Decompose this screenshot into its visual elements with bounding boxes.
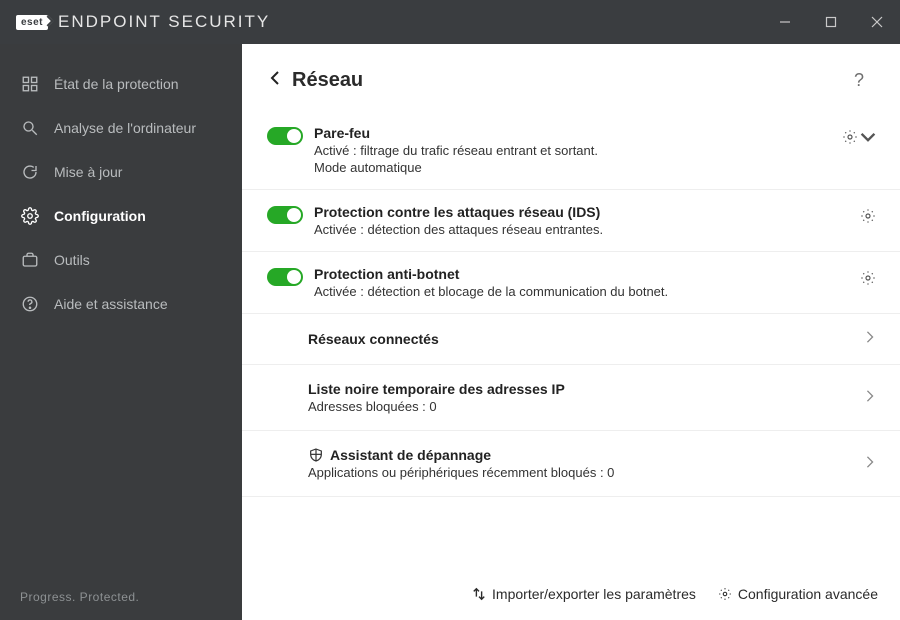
ids-toggle[interactable] xyxy=(267,206,303,224)
magnifier-icon xyxy=(20,118,40,138)
module-settings-button[interactable] xyxy=(826,266,876,286)
sidebar-nav: État de la protection Analyse de l'ordin… xyxy=(0,44,242,326)
app-window: { "brand": { "logo_text": "eset", "produ… xyxy=(0,0,900,620)
sidebar-item-help[interactable]: Aide et assistance xyxy=(0,282,242,326)
chevron-right-icon xyxy=(864,330,876,348)
module-settings-button[interactable] xyxy=(826,125,876,145)
module-row-ids: Protection contre les attaques réseau (I… xyxy=(242,190,900,252)
link-body: Réseaux connectés xyxy=(308,331,864,347)
advanced-setup-link[interactable]: Configuration avancée xyxy=(718,586,878,602)
page-header: Réseau ? xyxy=(242,44,900,105)
status-text: filtrage du trafic réseau entrant et sor… xyxy=(360,143,598,158)
link-title: Assistant de dépannage xyxy=(308,447,864,463)
import-export-icon xyxy=(472,587,486,601)
sidebar-item-label: État de la protection xyxy=(54,76,179,92)
help-circle-icon xyxy=(20,294,40,314)
maximize-button[interactable] xyxy=(808,0,854,44)
app-body: État de la protection Analyse de l'ordin… xyxy=(0,44,900,620)
title-bar: eset ENDPOINT SECURITY xyxy=(0,0,900,44)
module-status: Activée : détection et blocage de la com… xyxy=(314,284,826,299)
link-subtitle: Applications ou périphériques récemment … xyxy=(308,465,864,480)
sidebar-footer-tagline: Progress. Protected. xyxy=(0,574,242,620)
antibotnet-toggle[interactable] xyxy=(267,268,303,286)
status-prefix: Activé : xyxy=(314,143,357,158)
sidebar-item-label: Outils xyxy=(54,252,90,268)
status-text: détection des attaques réseau entrantes. xyxy=(367,222,603,237)
import-export-link[interactable]: Importer/exporter les paramètres xyxy=(472,586,696,602)
toggle-container xyxy=(262,125,308,145)
product-name: ENDPOINT SECURITY xyxy=(58,12,270,32)
advanced-setup-label: Configuration avancée xyxy=(738,586,878,602)
link-title-text: Assistant de dépannage xyxy=(330,447,491,463)
help-button[interactable]: ? xyxy=(846,66,872,95)
back-button[interactable] xyxy=(264,71,286,90)
module-status: Activé : filtrage du trafic réseau entra… xyxy=(314,143,826,158)
main-panel: Réseau ? Pare-feu Activé : filtrage du t… xyxy=(242,44,900,620)
gear-icon xyxy=(860,208,876,224)
link-title: Liste noire temporaire des adresses IP xyxy=(308,381,864,397)
toggle-container xyxy=(262,266,308,286)
brand: eset ENDPOINT SECURITY xyxy=(16,12,270,32)
sidebar-item-label: Mise à jour xyxy=(54,164,122,180)
briefcase-icon xyxy=(20,250,40,270)
toggle-container xyxy=(262,204,308,224)
module-status: Activée : détection des attaques réseau … xyxy=(314,222,826,237)
sidebar-item-protection-status[interactable]: État de la protection xyxy=(0,62,242,106)
shield-icon xyxy=(308,447,324,463)
gear-icon xyxy=(20,206,40,226)
module-row-firewall: Pare-feu Activé : filtrage du trafic rés… xyxy=(242,111,900,190)
brand-logo: eset xyxy=(16,15,48,30)
module-row-antibotnet: Protection anti-botnet Activée : détecti… xyxy=(242,252,900,314)
link-troubleshooting-wizard[interactable]: Assistant de dépannage Applications ou p… xyxy=(242,431,900,497)
firewall-toggle[interactable] xyxy=(267,127,303,145)
link-connected-networks[interactable]: Réseaux connectés xyxy=(242,314,900,365)
sidebar-item-label: Analyse de l'ordinateur xyxy=(54,120,196,136)
sidebar-item-label: Aide et assistance xyxy=(54,296,168,312)
link-ip-blacklist[interactable]: Liste noire temporaire des adresses IP A… xyxy=(242,365,900,431)
link-title: Réseaux connectés xyxy=(308,331,864,347)
chevron-right-icon xyxy=(864,455,876,473)
chevron-right-icon xyxy=(864,389,876,407)
sidebar-item-tools[interactable]: Outils xyxy=(0,238,242,282)
sidebar: État de la protection Analyse de l'ordin… xyxy=(0,44,242,620)
gear-icon xyxy=(860,270,876,286)
module-body: Protection anti-botnet Activée : détecti… xyxy=(308,266,826,299)
window-controls xyxy=(762,0,900,44)
sidebar-item-update[interactable]: Mise à jour xyxy=(0,150,242,194)
link-body: Assistant de dépannage Applications ou p… xyxy=(308,447,864,480)
gear-icon xyxy=(718,587,732,601)
status-prefix: Activée : xyxy=(314,284,364,299)
module-title: Pare-feu xyxy=(314,125,826,141)
gear-icon xyxy=(842,129,858,145)
refresh-icon xyxy=(20,162,40,182)
modules-list: Pare-feu Activé : filtrage du trafic rés… xyxy=(242,105,900,497)
grid-status-icon xyxy=(20,74,40,94)
link-body: Liste noire temporaire des adresses IP A… xyxy=(308,381,864,414)
sidebar-item-label: Configuration xyxy=(54,208,146,224)
sidebar-item-setup[interactable]: Configuration xyxy=(0,194,242,238)
close-button[interactable] xyxy=(854,0,900,44)
chevron-down-icon xyxy=(860,129,876,145)
page-title: Réseau xyxy=(292,69,363,92)
module-settings-button[interactable] xyxy=(826,204,876,224)
sidebar-item-computer-scan[interactable]: Analyse de l'ordinateur xyxy=(0,106,242,150)
module-body: Protection contre les attaques réseau (I… xyxy=(308,204,826,237)
bottom-bar: Importer/exporter les paramètres Configu… xyxy=(242,572,900,620)
module-body: Pare-feu Activé : filtrage du trafic rés… xyxy=(308,125,826,175)
module-title: Protection anti-botnet xyxy=(314,266,826,282)
status-text: détection et blocage de la communication… xyxy=(367,284,668,299)
module-extra: Mode automatique xyxy=(314,160,826,175)
link-subtitle: Adresses bloquées : 0 xyxy=(308,399,864,414)
minimize-button[interactable] xyxy=(762,0,808,44)
import-export-label: Importer/exporter les paramètres xyxy=(492,586,696,602)
status-prefix: Activée : xyxy=(314,222,364,237)
module-title: Protection contre les attaques réseau (I… xyxy=(314,204,826,220)
